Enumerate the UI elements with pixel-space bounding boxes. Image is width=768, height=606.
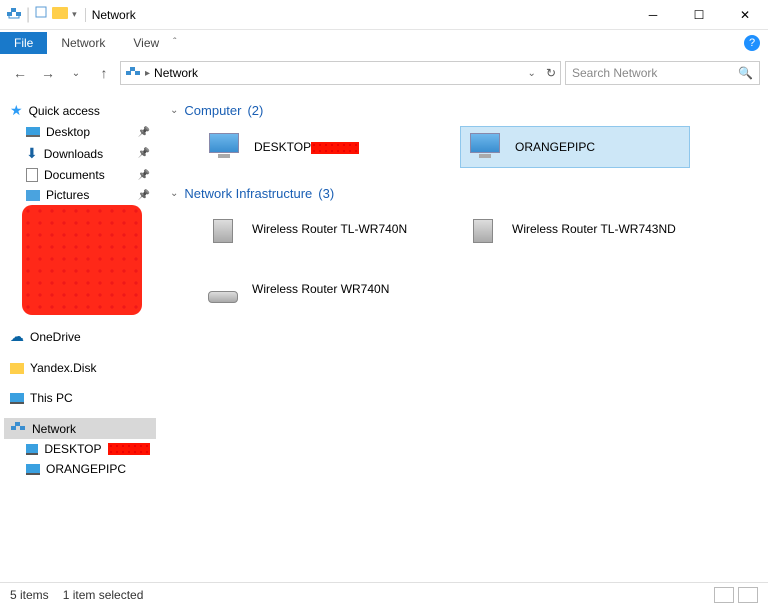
tab-network[interactable]: Network (47, 32, 119, 54)
qat-separator: | (26, 6, 30, 24)
sidebar-item-label: This PC (30, 391, 73, 405)
router-tile[interactable]: Wireless Router TL-WR740N (200, 209, 430, 249)
minimize-button[interactable]: ─ (630, 0, 676, 30)
search-input[interactable]: Search Network 🔍 (565, 61, 760, 85)
sidebar-item-label: Network (32, 422, 76, 436)
sidebar-quick-access[interactable]: ★ Quick access (4, 99, 156, 122)
redacted-inline (311, 142, 359, 154)
sidebar-item-network[interactable]: Network (4, 418, 156, 439)
forward-button[interactable]: → (36, 61, 60, 85)
pc-icon (26, 444, 38, 455)
download-icon: ⬇ (26, 145, 38, 162)
collapse-icon[interactable]: ⌄ (170, 105, 178, 116)
status-selected: 1 item selected (63, 588, 144, 602)
computer-tile[interactable]: DESKTOP (200, 126, 430, 168)
qat-properties-icon[interactable] (34, 5, 48, 24)
group-name: Network Infrastructure (184, 186, 312, 201)
computer-icon (206, 133, 242, 161)
router-tile[interactable]: Wireless Router WR740N (200, 269, 430, 309)
group-header-infrastructure[interactable]: ⌄ Network Infrastructure (3) (170, 186, 758, 201)
pc-icon (10, 393, 24, 404)
group-name: Computer (184, 103, 241, 118)
tab-view[interactable]: View (119, 32, 173, 54)
sidebar-network-child[interactable]: DESKTOP (4, 439, 156, 459)
onedrive-icon: ☁ (10, 328, 24, 345)
title-bar: | ▾ Network ─ ☐ ✕ (0, 0, 768, 30)
sidebar-item-label: Downloads (44, 147, 103, 161)
desktop-icon (26, 127, 40, 137)
pictures-icon (26, 190, 40, 201)
router-icon (206, 215, 240, 243)
back-button[interactable]: ← (8, 61, 32, 85)
status-count: 5 items (10, 588, 49, 602)
breadcrumb-separator-icon[interactable]: ▸ (145, 68, 150, 79)
document-icon (26, 168, 38, 182)
help-icon[interactable]: ? (744, 35, 760, 51)
view-large-button[interactable] (738, 587, 758, 603)
view-details-button[interactable] (714, 587, 734, 603)
address-field[interactable]: ▸ Network ⌄ ↻ (120, 61, 561, 85)
pc-icon (26, 464, 40, 475)
tile-label: DESKTOP (254, 140, 311, 154)
router-tile[interactable]: Wireless Router TL-WR743ND (460, 209, 690, 249)
sidebar-item-pictures[interactable]: Pictures (4, 185, 156, 205)
star-icon: ★ (10, 102, 23, 119)
sidebar-item-desktop[interactable]: Desktop (4, 122, 156, 142)
search-placeholder: Search Network (572, 66, 657, 80)
group-header-computer[interactable]: ⌄ Computer (2) (170, 103, 758, 118)
sidebar-item-thispc[interactable]: This PC (4, 388, 156, 408)
tile-label: Wireless Router WR740N (252, 282, 389, 296)
close-button[interactable]: ✕ (722, 0, 768, 30)
redacted-inline (108, 443, 150, 455)
sidebar-item-label: Pictures (46, 188, 89, 202)
redacted-area (22, 205, 142, 315)
computer-tile[interactable]: ORANGEPIPC (460, 126, 690, 168)
sidebar-item-onedrive[interactable]: ☁ OneDrive (4, 325, 156, 348)
sidebar-item-label: OneDrive (30, 330, 81, 344)
collapse-ribbon-icon[interactable]: ˆ (173, 37, 176, 48)
recent-locations-icon[interactable]: ⌄ (64, 61, 88, 85)
sidebar-item-label: DESKTOP (44, 442, 101, 456)
tile-label: Wireless Router TL-WR740N (252, 222, 407, 236)
app-icon (6, 6, 22, 24)
qat-new-folder-icon[interactable] (52, 6, 68, 24)
sidebar-item-label: Desktop (46, 125, 90, 139)
tile-label: Wireless Router TL-WR743ND (512, 222, 676, 236)
router-icon (466, 215, 500, 243)
address-bar: ← → ⌄ ↑ ▸ Network ⌄ ↻ Search Network 🔍 (0, 55, 768, 91)
sidebar-item-documents[interactable]: Documents (4, 165, 156, 185)
computer-icon (467, 133, 503, 161)
router-icon (206, 275, 240, 303)
group-count: (3) (318, 186, 334, 201)
group-count: (2) (247, 103, 263, 118)
sidebar-item-downloads[interactable]: ⬇ Downloads (4, 142, 156, 165)
qat-dropdown-icon[interactable]: ▾ (72, 9, 77, 20)
address-icon (125, 66, 141, 81)
refresh-icon[interactable]: ↻ (546, 66, 556, 80)
navigation-pane[interactable]: ★ Quick access Desktop ⬇ Downloads Docum… (0, 91, 160, 582)
collapse-icon[interactable]: ⌄ (170, 188, 178, 199)
window-title: Network (85, 8, 136, 22)
up-button[interactable]: ↑ (92, 61, 116, 85)
sidebar-item-label: Documents (44, 168, 105, 182)
ribbon-tabs: File Network View ˆ ? (0, 30, 768, 55)
file-tab[interactable]: File (0, 32, 47, 54)
sidebar-item-label: Quick access (29, 104, 100, 118)
sidebar-item-label: ORANGEPIPC (46, 462, 126, 476)
sidebar-item-label: Yandex.Disk (30, 361, 96, 375)
search-icon: 🔍 (738, 66, 753, 80)
breadcrumb[interactable]: Network (154, 66, 198, 80)
tile-label: ORANGEPIPC (515, 140, 595, 154)
status-bar: 5 items 1 item selected (0, 582, 768, 606)
address-dropdown-icon[interactable]: ⌄ (528, 68, 536, 79)
content-area[interactable]: ⌄ Computer (2) DESKTOP ORANGEPIPC ⌄ Netw… (160, 91, 768, 582)
sidebar-item-yandex[interactable]: Yandex.Disk (4, 358, 156, 378)
sidebar-network-child[interactable]: ORANGEPIPC (4, 459, 156, 479)
folder-icon (10, 363, 24, 374)
maximize-button[interactable]: ☐ (676, 0, 722, 30)
network-icon (10, 421, 26, 436)
